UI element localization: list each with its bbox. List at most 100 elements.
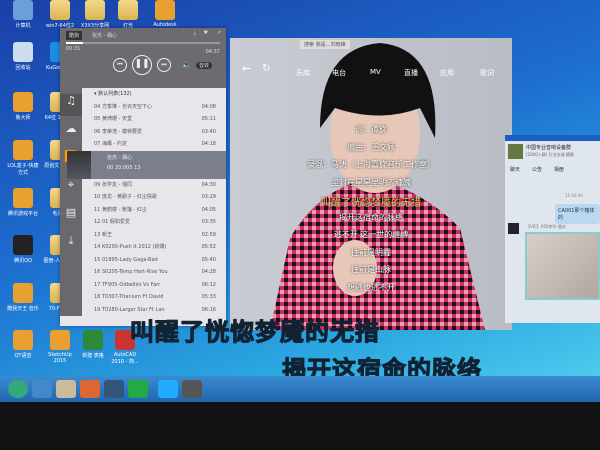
track-row[interactable]: 17 TF905-Odbellini Vs Farr 06:12 — [82, 279, 226, 292]
nav-tab[interactable]: MV — [370, 68, 381, 76]
lyric-line: 编曲：王文颖 — [347, 142, 395, 152]
prev-button[interactable]: ⏮ — [113, 58, 127, 72]
file-icon[interactable]: ▤ — [60, 206, 82, 228]
desktop-icon[interactable]: 计算机 — [5, 0, 41, 29]
progress-bar[interactable] — [66, 42, 220, 44]
kugou-icon[interactable] — [158, 380, 178, 398]
chat-tab[interactable]: 相册 — [554, 167, 564, 173]
track-row[interactable]: 12 01 假如爱爱 03:35 — [82, 216, 226, 229]
qq-group-chat-window: 中国专业音响设备群 (2000人群) 行业交流 随缘 聊天 公告 相册 11:03:… — [505, 135, 600, 323]
folder-icon — [118, 0, 138, 20]
ie-icon[interactable] — [32, 380, 52, 398]
app-icon — [155, 0, 175, 20]
track-row[interactable]: 11 黄鹤楼 - 帐篷 - 红尘 04:05 — [82, 204, 226, 217]
message-bubble: CA001那个箱体的 — [555, 204, 600, 224]
desktop-icon[interactable]: 回收站 — [5, 42, 41, 71]
track-row[interactable]: 14 K0200-Push It 2012 (劲爆) 05:52 — [82, 241, 226, 254]
download-manager-icon[interactable]: ⤓ — [60, 234, 82, 256]
desktop-icon-label: SketchUp 2015 — [48, 352, 72, 364]
track-title: 张学友 - 偎同 — [101, 181, 132, 188]
desktop-icon[interactable]: 鲁大师 — [5, 92, 41, 121]
playlist-header[interactable]: ▾ 默认列表(132) — [82, 88, 226, 101]
desktop-icon-label: 腾讯QQ — [14, 258, 32, 264]
track-duration: 05:52 — [201, 244, 216, 250]
pause-button[interactable]: ❚❚ — [132, 55, 152, 75]
refresh-icon[interactable]: ↻ — [262, 63, 270, 74]
kugou-tab[interactable]: 酷狗 — [66, 31, 83, 40]
desktop-icon-label: 鲁大师 — [15, 115, 31, 121]
group-avatar — [508, 144, 523, 159]
track-title: 01895-Lady Gaga-Bad — [101, 256, 158, 263]
next-button[interactable]: ⏭ — [157, 58, 171, 72]
desktop: 计算机win7-64位2X3X3分享网灯光Autodesk回收站KuGou 酷狗… — [0, 0, 600, 402]
track-row[interactable]: 13 新王 02:59 — [82, 229, 226, 242]
desktop-icon[interactable]: 新建 表格 — [75, 330, 111, 359]
desktop-icon-label: 新建 表格 — [82, 353, 104, 359]
nav-tab[interactable]: 乐库 — [296, 68, 310, 78]
nav-tab[interactable]: 应用 — [440, 68, 454, 78]
music-icon[interactable]: ♫ — [60, 94, 82, 116]
track-number: 19 — [94, 306, 101, 313]
sound-effect-toggle[interactable]: 音效 — [196, 62, 213, 69]
nav-tab[interactable]: 电台 — [332, 68, 346, 78]
download-icon[interactable]: ⤓ — [194, 30, 196, 36]
track-row[interactable]: 18 T0307-Titanium Ft David 05:33 — [82, 291, 226, 304]
desktop-icon[interactable]: 灯光 — [110, 0, 146, 29]
chat-tab[interactable]: 聊天 — [510, 167, 520, 173]
track-row[interactable]: 10 庞龙 - 黄鹂子 - 红尘情歌 03:29 — [82, 191, 226, 204]
share-icon[interactable]: ↗ — [217, 30, 221, 36]
word-icon[interactable] — [104, 380, 124, 398]
track-duration: 04:05 — [201, 206, 216, 213]
start-icon[interactable] — [8, 380, 28, 398]
nav-tab[interactable]: 歌词 — [480, 68, 494, 78]
nav-tab[interactable]: 直播 — [404, 68, 418, 78]
player-sidebar: ♫ ☁ 📶 ⌖ ▤ ⤓ — [60, 88, 82, 316]
track-row[interactable]: 15 01895-Lady Gaga-Bad 05:40 — [82, 254, 226, 267]
current-track-title: 张杰 - 偶心 — [107, 154, 132, 161]
window-title: 搜索 我是…刘晓峰 — [300, 40, 350, 49]
shared-image[interactable] — [525, 232, 600, 300]
track-row[interactable]: 04 方季惟 - 也许天空下心 04:08 — [82, 101, 226, 114]
media-icon[interactable] — [80, 380, 100, 398]
app-icon[interactable] — [182, 380, 202, 398]
location-icon[interactable]: ⌖ — [60, 178, 82, 200]
track-row[interactable]: 05 黄绮珊 - 天堂 05:11 — [82, 113, 226, 126]
volume-icon[interactable]: 🔈 — [182, 61, 191, 69]
lyric-line: 想逃也逃不开 — [347, 282, 395, 292]
lyric-line: 逃不开 这一世的缠缚 — [333, 230, 409, 239]
time-elapsed: 00:31 — [66, 46, 81, 52]
track-row[interactable]: 06 李荣浩 - 模特要爱 03:40 — [82, 126, 226, 139]
track-number: 11 — [94, 206, 101, 213]
desktop-icon[interactable]: LOL盒子-快捷方式 — [5, 140, 41, 176]
explorer-icon[interactable] — [56, 380, 76, 398]
desktop-icon[interactable]: Autodesk — [147, 0, 183, 28]
track-number: 10 — [94, 194, 101, 200]
time-total: 04:37 — [205, 49, 220, 55]
desktop-icon[interactable]: win7-64位2 — [42, 0, 78, 29]
track-number: 12 — [94, 219, 101, 225]
track-row[interactable]: 07 海鹰 - 约定 04:18 — [82, 138, 226, 151]
chat-tab[interactable]: 公告 — [532, 167, 542, 173]
desktop-icon[interactable]: SketchUp 2015 — [42, 330, 78, 364]
track-duration: 03:40 — [201, 128, 216, 135]
desktop-icon-label: 计算机 — [15, 23, 31, 29]
track-title: 庞龙 - 黄鹂子 - 红尘情歌 — [101, 194, 157, 200]
desktop-icon[interactable]: 腾讯游戏平台 — [5, 188, 41, 217]
desktop-lyric-line-1[interactable]: 叫醒了恍惚梦魇的无措 — [130, 312, 380, 347]
track-row[interactable]: 09 张学友 - 偎同 04:30 — [82, 179, 226, 192]
heart-icon[interactable]: ♥ — [204, 30, 208, 36]
current-track[interactable]: 张杰 - 偶心 00 20:005 13 — [67, 150, 226, 179]
desktop-icon[interactable]: 酷我天王 音乐 — [5, 283, 41, 312]
back-icon[interactable]: ← — [242, 62, 251, 75]
folder-icon — [50, 0, 70, 20]
desktop-icon[interactable]: X3X3分享网 — [77, 0, 113, 29]
desktop-icon[interactable]: 腾讯QQ — [5, 235, 41, 264]
track-number: 04 — [94, 103, 101, 110]
desktop-icon[interactable]: QT语音 — [5, 330, 41, 359]
excel-icon — [83, 330, 103, 350]
cloud-icon[interactable]: ☁ — [60, 122, 82, 144]
artist-thumbnail — [67, 150, 91, 179]
track-row[interactable]: 16 S0205-Temp Hart-Rise You 04:28 — [82, 266, 226, 279]
sogou-5-icon[interactable] — [128, 380, 148, 398]
desktop-icon-label: 腾讯游戏平台 — [7, 211, 38, 217]
